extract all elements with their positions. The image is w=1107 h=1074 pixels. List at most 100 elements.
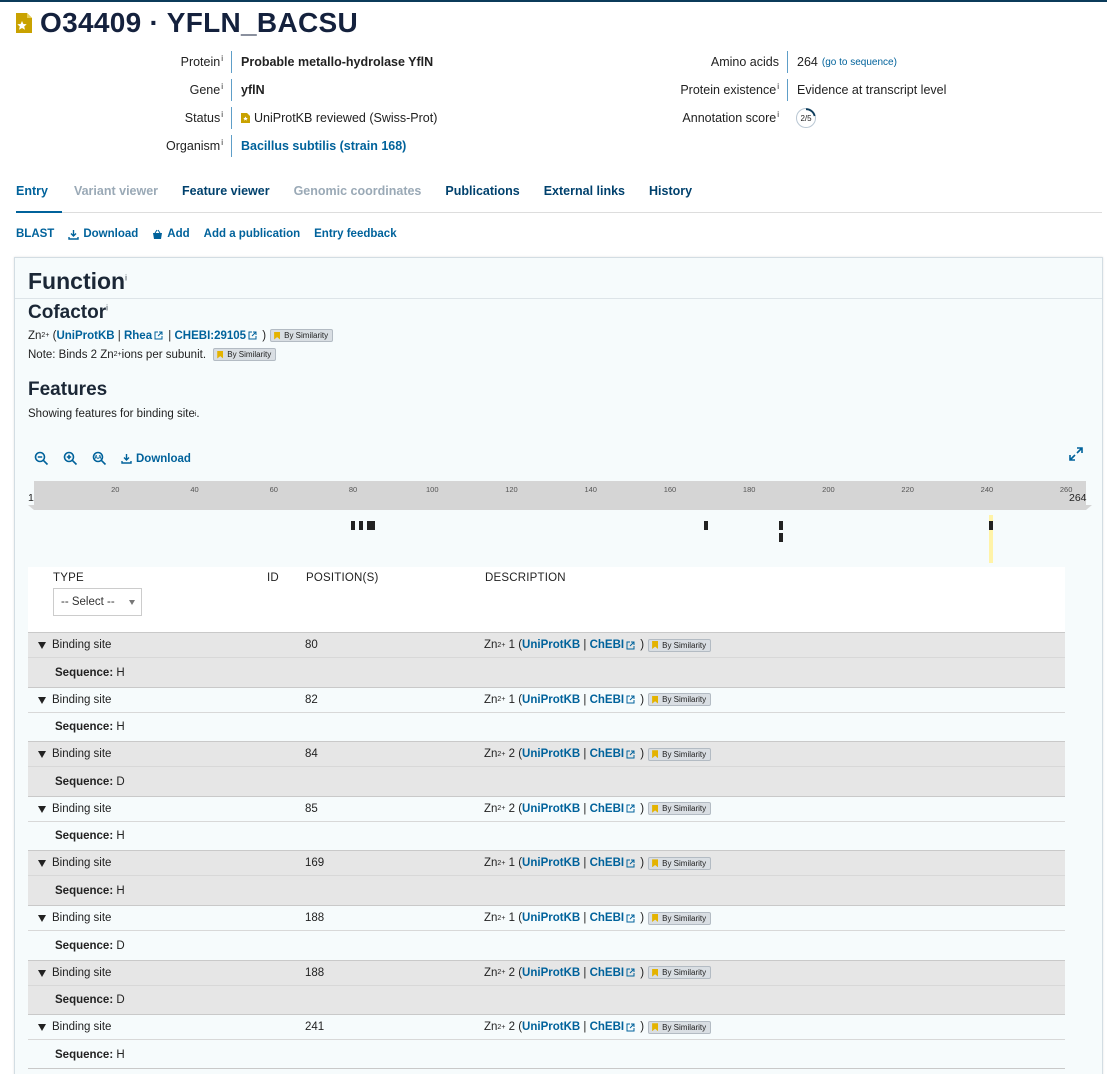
zoom-out-icon[interactable] [34,451,49,466]
binding-site-mark[interactable] [778,521,783,530]
feature-chebi-link[interactable]: ChEBI [590,857,625,869]
evidence-badge[interactable]: By Similarity [648,802,712,816]
binding-site-mark[interactable] [350,521,355,530]
feature-sequence: Sequence: H [55,830,125,843]
top-border [0,0,1107,2]
binding-site-mark[interactable] [358,521,363,530]
feature-uniprotkb-link[interactable]: UniProtKB [522,857,580,869]
evidence-badge[interactable]: By Similarity [648,911,712,925]
entry-feedback-button[interactable]: Entry feedback [314,228,396,240]
expand-triangle-icon[interactable] [38,969,46,977]
svg-text:AA: AA [94,455,102,461]
feature-type: Binding site [52,802,112,815]
binding-site-mark[interactable] [988,521,993,530]
feature-row-main[interactable]: Binding site 80 Zn 2+ 1 (UniProtKB | ChEB… [28,632,1065,657]
info-left: Proteini Probable metallo-hydrolase YflN… [0,48,437,160]
tab-entry[interactable]: Entry [16,172,62,213]
feature-chebi-link[interactable]: ChEBI [590,694,625,706]
expand-triangle-icon[interactable] [38,860,46,868]
feature-row-main[interactable]: Binding site 188 Zn 2+ 2 (UniProtKB | ChE… [28,959,1065,985]
feature-download-button[interactable]: Download [121,453,191,465]
expand-triangle-icon[interactable] [38,915,46,922]
external-link-icon [626,641,635,649]
feature-row-main[interactable]: Binding site 85 Zn 2+ 2 (UniProtKB | ChEB… [28,795,1065,821]
card-divider [15,298,1102,299]
feature-row-main[interactable]: Binding site 188 Zn 2+ 1 (UniProtKB | ChE… [28,905,1065,930]
feature-row-main[interactable]: Binding site 241 Zn 2+ 2 (UniProtKB | ChE… [28,1014,1065,1039]
evidence-badge[interactable]: By Similarity [270,329,334,342]
feature-position: 188 [305,966,325,979]
tab-history[interactable]: History [637,172,704,213]
features-table-header: TYPE ID POSITION(S) DESCRIPTION [28,567,1065,633]
feature-toolbar: AA Download [34,451,191,466]
ruler-tick-label: 160 [663,485,677,494]
cofactor-uniprotkb-link[interactable]: UniProtKB [56,330,114,342]
cofactor-rhea-link[interactable]: Rhea [124,330,152,342]
feature-row: Binding site 169 Zn 2+ 1 (UniProtKB | ChE… [28,850,1065,906]
feature-chebi-link[interactable]: ChEBI [590,803,625,815]
evidence-badge[interactable]: By Similarity [648,693,712,707]
evidence-badge[interactable]: By Similarity [648,1020,712,1034]
feature-uniprotkb-link[interactable]: UniProtKB [522,803,580,815]
binding-site-mark[interactable] [703,521,708,530]
tab-feature-viewer[interactable]: Feature viewer [170,172,282,213]
evidence-badge[interactable]: By Similarity [648,856,712,870]
add-publication-button[interactable]: Add a publication [204,228,300,240]
feature-track[interactable] [34,513,1086,565]
tab-external-links[interactable]: External links [532,172,637,213]
feature-uniprotkb-link[interactable]: UniProtKB [522,1021,580,1033]
expand-triangle-icon[interactable] [38,751,46,759]
feature-uniprotkb-link[interactable]: UniProtKB [522,694,580,706]
protein-existence-value: Evidence at transcript level [787,79,946,101]
expand-triangle-icon[interactable] [38,696,46,704]
sequence-ruler[interactable]: 20 40 60 80 100 120 140 160 180 200 220 240 260 [34,481,1086,507]
feature-description: Zn 2+ 2 (UniProtKB | ChEBI ) By Similarit… [484,1020,712,1034]
download-icon [68,229,80,240]
download-button[interactable]: Download [68,228,138,240]
feature-row-main[interactable]: Binding site 84 Zn 2+ 2 (UniProtKB | ChEB… [28,741,1065,767]
feature-uniprotkb-link[interactable]: UniProtKB [522,748,580,760]
bookmark-icon [652,695,659,704]
feature-row-main[interactable]: Binding site 169 Zn 2+ 1 (UniProtKB | ChE… [28,850,1065,876]
evidence-badge[interactable]: By Similarity [648,638,712,652]
binding-site-mark[interactable] [370,521,375,530]
feature-row-detail: Sequence: H [28,875,1065,906]
zoom-in-icon[interactable] [63,451,78,466]
add-button[interactable]: Add [152,228,190,240]
entry-tabs: Entry Variant viewer Feature viewer Geno… [16,172,1102,213]
fullscreen-icon[interactable] [1068,446,1084,462]
annotation-score-label: Annotation scorei [682,110,779,126]
feature-row-main[interactable]: Binding site 82 Zn 2+ 1 (UniProtKB | ChEB… [28,686,1065,712]
feature-chebi-link[interactable]: ChEBI [590,912,625,924]
evidence-badge[interactable]: By Similarity [648,966,712,980]
feature-sequence: Sequence: H [55,884,125,897]
expand-triangle-icon[interactable] [38,805,46,813]
type-filter-select[interactable]: -- Select -- [53,588,142,616]
feature-uniprotkb-link[interactable]: UniProtKB [522,967,580,979]
feature-uniprotkb-link[interactable]: UniProtKB [522,912,580,924]
expand-triangle-icon[interactable] [38,1024,46,1032]
feature-description: Zn 2+ 2 (UniProtKB | ChEBI ) By Similarit… [484,966,712,980]
blast-button[interactable]: BLAST [16,228,54,240]
binding-site-mark[interactable] [778,533,783,542]
status-label: Statusi [184,110,223,126]
feature-chebi-link[interactable]: ChEBI [590,639,625,651]
zoom-reset-icon[interactable]: AA [92,451,107,466]
evidence-badge[interactable]: By Similarity [648,747,712,761]
col-description-header: DESCRIPTION [485,572,566,584]
annotation-score-badge[interactable]: 2/5 [796,107,816,128]
expand-triangle-icon[interactable] [38,642,46,649]
feature-chebi-link[interactable]: ChEBI [590,1021,625,1033]
feature-uniprotkb-link[interactable]: UniProtKB [522,639,580,651]
go-to-sequence-link[interactable]: (go to sequence) [822,57,897,68]
cofactor-chebi-link[interactable]: CHEBI:29105 [174,330,246,342]
ruler-end-label: 264 [1069,492,1087,504]
ruler-tick-label: 200 [822,485,835,494]
feature-chebi-link[interactable]: ChEBI [590,967,625,979]
chevron-down-icon [129,600,135,605]
feature-chebi-link[interactable]: ChEBI [590,748,625,760]
organism-link[interactable]: Bacillus subtilis (strain 168) [231,135,406,157]
evidence-badge[interactable]: By Similarity [213,348,277,361]
tab-publications[interactable]: Publications [433,172,531,213]
ruler-tick-label: 20 [111,485,120,494]
